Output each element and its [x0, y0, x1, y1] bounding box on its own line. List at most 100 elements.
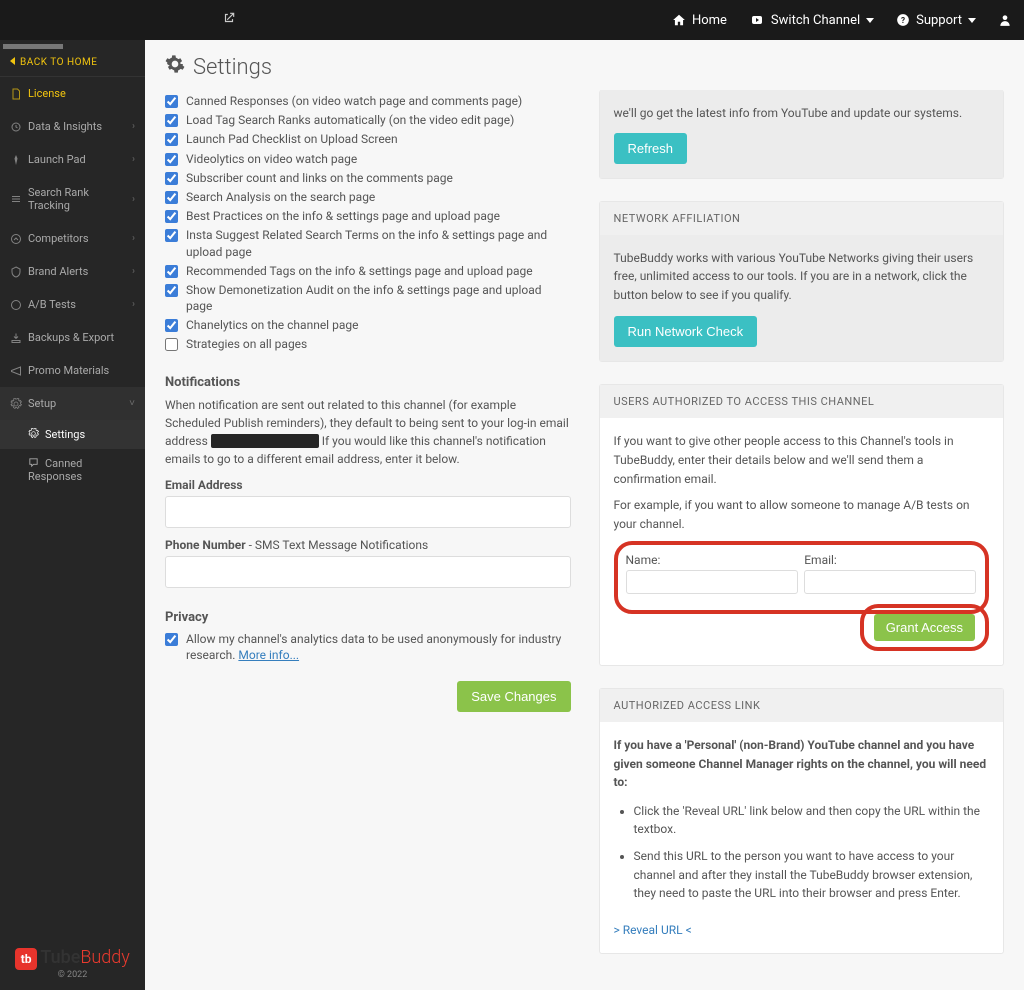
- feature-check-4[interactable]: [165, 172, 178, 185]
- feature-label: Insta Suggest Related Search Terms on th…: [186, 227, 571, 259]
- authorized-users-panel: USERS AUTHORIZED TO ACCESS THIS CHANNEL …: [599, 384, 1005, 666]
- link-step-2: Send this URL to the person you want to …: [634, 847, 990, 903]
- check-row: Best Practices on the info & settings pa…: [165, 208, 571, 224]
- feature-label: Load Tag Search Ranks automatically (on …: [186, 112, 514, 128]
- nav-icon: [10, 88, 22, 100]
- chevron-down-icon: [866, 18, 874, 23]
- sidebar-item-license[interactable]: License: [0, 77, 145, 110]
- authorized-link-panel: AUTHORIZED ACCESS LINK If you have a 'Pe…: [599, 688, 1005, 954]
- chevron-right-icon: ›: [132, 121, 135, 132]
- popout-icon[interactable]: [222, 11, 236, 29]
- check-row: Canned Responses (on video watch page an…: [165, 93, 571, 109]
- sidebar-item-search-rank-tracking[interactable]: Search Rank Tracking›: [0, 176, 145, 222]
- authorized-link-heading: AUTHORIZED ACCESS LINK: [600, 689, 1004, 722]
- feature-check-5[interactable]: [165, 191, 178, 204]
- nav-user[interactable]: [998, 13, 1012, 27]
- feature-label: Strategies on all pages: [186, 336, 307, 352]
- sidebar-item-backups-export[interactable]: Backups & Export: [0, 321, 145, 354]
- svg-text:?: ?: [901, 15, 905, 25]
- nav-icon: [10, 299, 22, 311]
- network-text: TubeBuddy works with various YouTube Net…: [614, 249, 990, 305]
- feature-check-10[interactable]: [165, 319, 178, 332]
- nav-switch-channel[interactable]: Switch Channel: [749, 13, 874, 28]
- feature-check-0[interactable]: [165, 95, 178, 108]
- nav-icon: [10, 154, 22, 166]
- more-info-link[interactable]: More info...: [238, 648, 299, 662]
- notifications-heading: Notifications: [165, 375, 571, 390]
- nav-home[interactable]: Home: [672, 13, 727, 28]
- auth-text-1: If you want to give other people access …: [614, 432, 990, 488]
- chevron-right-icon: ›: [132, 266, 135, 277]
- auth-text-2: For example, if you want to allow someon…: [614, 496, 990, 533]
- feature-check-1[interactable]: [165, 114, 178, 127]
- feature-check-3[interactable]: [165, 153, 178, 166]
- check-row: Recommended Tags on the info & settings …: [165, 263, 571, 279]
- run-network-check-button[interactable]: Run Network Check: [614, 316, 758, 347]
- left-column: Canned Responses (on video watch page an…: [165, 90, 571, 976]
- sidebar: BACK TO HOME LicenseData & Insights›Laun…: [0, 40, 145, 990]
- network-panel: NETWORK AFFILIATION TubeBuddy works with…: [599, 201, 1005, 363]
- feature-check-2[interactable]: [165, 133, 178, 146]
- feature-check-9[interactable]: [165, 284, 178, 297]
- refresh-button[interactable]: Refresh: [614, 133, 688, 164]
- feature-label: Launch Pad Checklist on Upload Screen: [186, 131, 398, 147]
- save-button[interactable]: Save Changes: [457, 681, 570, 712]
- feature-label: Recommended Tags on the info & settings …: [186, 263, 533, 279]
- nav-icon: [10, 193, 22, 205]
- check-row: Load Tag Search Ranks automatically (on …: [165, 112, 571, 128]
- email-input[interactable]: [165, 496, 571, 528]
- sidebar-item-brand-alerts[interactable]: Brand Alerts›: [0, 255, 145, 288]
- phone-label: Phone Number - SMS Text Message Notifica…: [165, 538, 571, 552]
- privacy-heading: Privacy: [165, 610, 571, 625]
- check-row: Launch Pad Checklist on Upload Screen: [165, 131, 571, 147]
- check-row: Insta Suggest Related Search Terms on th…: [165, 227, 571, 259]
- page-title: Settings: [165, 54, 1004, 80]
- refresh-trail-text: we'll go get the latest info from YouTub…: [614, 104, 990, 123]
- topnav: Home Switch Channel ?Support: [672, 13, 1012, 28]
- nav-support[interactable]: ?Support: [896, 13, 976, 28]
- feature-label: Show Demonetization Audit on the info & …: [186, 282, 571, 314]
- sidebar-item-data-insights[interactable]: Data & Insights›: [0, 110, 145, 143]
- sidebar-item-a-b-tests[interactable]: A/B Tests›: [0, 288, 145, 321]
- feature-check-7[interactable]: [165, 229, 178, 242]
- privacy-text: Allow my channel's analytics data to be …: [186, 631, 571, 663]
- grant-email-input[interactable]: [804, 570, 976, 594]
- check-row: Videolytics on video watch page: [165, 151, 571, 167]
- authorized-users-heading: USERS AUTHORIZED TO ACCESS THIS CHANNEL: [600, 385, 1004, 418]
- nav-icon: [10, 398, 22, 410]
- check-row: Search Analysis on the search page: [165, 189, 571, 205]
- link-bold-text: If you have a 'Personal' (non-Brand) You…: [614, 736, 990, 792]
- chevron-right-icon: ›: [132, 154, 135, 165]
- notifications-text: When notification are sent out related t…: [165, 396, 571, 468]
- nav-icon: [10, 365, 22, 377]
- feature-label: Canned Responses (on video watch page an…: [186, 93, 522, 109]
- back-to-home[interactable]: BACK TO HOME: [0, 49, 145, 77]
- feature-label: Subscriber count and links on the commen…: [186, 170, 453, 186]
- grant-access-button[interactable]: Grant Access: [874, 614, 975, 641]
- reveal-url-link[interactable]: > Reveal URL <: [614, 921, 692, 940]
- gear-icon: [165, 54, 185, 80]
- sidebar-item-launch-pad[interactable]: Launch Pad›: [0, 143, 145, 176]
- grant-name-input[interactable]: [626, 570, 798, 594]
- phone-input[interactable]: [165, 556, 571, 588]
- feature-check-6[interactable]: [165, 210, 178, 223]
- name-label: Name:: [626, 553, 661, 567]
- nav-icon: [10, 121, 22, 133]
- feature-label: Best Practices on the info & settings pa…: [186, 208, 500, 224]
- chevron-right-icon: ›: [132, 299, 135, 310]
- sidebar-item-promo-materials[interactable]: Promo Materials: [0, 354, 145, 387]
- email-label-grant: Email:: [804, 553, 837, 567]
- sidebar-item-setup[interactable]: Setup˅: [0, 387, 145, 420]
- check-row: Chanelytics on the channel page: [165, 317, 571, 333]
- sidebar-sub-canned-responses[interactable]: Canned Responses: [0, 449, 145, 491]
- topbar: Home Switch Channel ?Support: [0, 0, 1024, 40]
- feature-check-8[interactable]: [165, 265, 178, 278]
- feature-label: Chanelytics on the channel page: [186, 317, 358, 333]
- feature-check-11[interactable]: [165, 338, 178, 351]
- highlight-button: Grant Access: [860, 604, 989, 651]
- privacy-check[interactable]: [165, 633, 178, 646]
- sidebar-sub-settings[interactable]: Settings: [0, 420, 145, 449]
- network-heading: NETWORK AFFILIATION: [600, 202, 1004, 235]
- sidebar-item-competitors[interactable]: Competitors›: [0, 222, 145, 255]
- check-row: Subscriber count and links on the commen…: [165, 170, 571, 186]
